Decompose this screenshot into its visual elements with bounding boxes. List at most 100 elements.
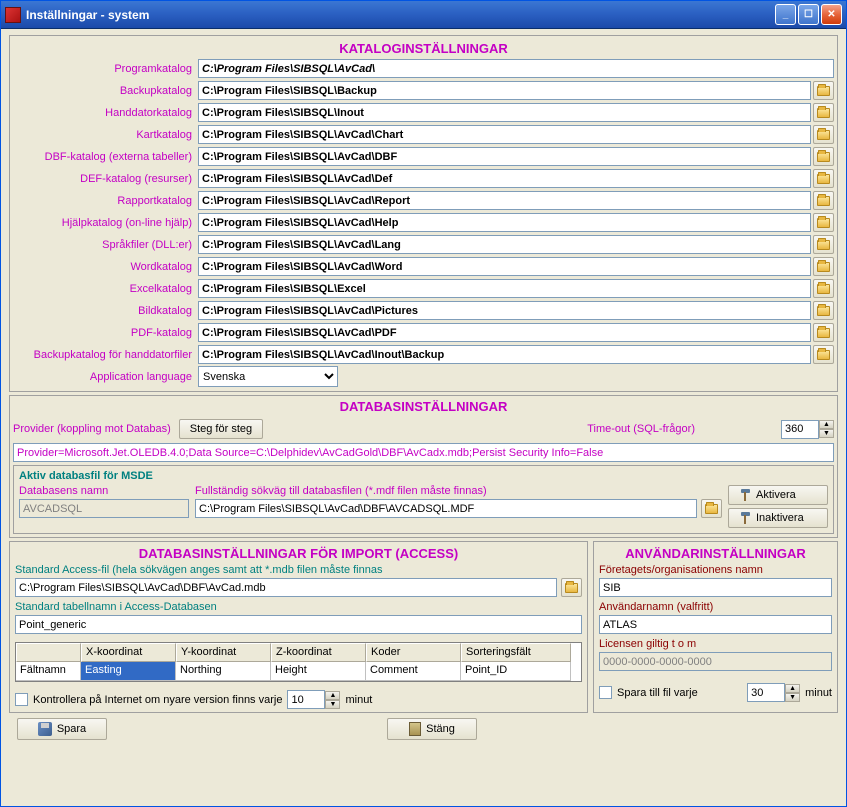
- folder-icon: [817, 328, 830, 338]
- spin-up[interactable]: ▲: [785, 684, 800, 693]
- catalog-input[interactable]: [198, 59, 834, 78]
- grid-header: Koder: [366, 643, 461, 662]
- grid-cell[interactable]: Northing: [176, 662, 271, 681]
- catalog-label: Programkatalog: [13, 63, 198, 75]
- browse-button[interactable]: [813, 191, 834, 210]
- catalog-input[interactable]: [198, 147, 811, 166]
- grid-cell[interactable]: Point_ID: [461, 662, 571, 681]
- deactivate-button[interactable]: Inaktivera: [728, 508, 828, 528]
- folder-icon: [817, 152, 830, 162]
- catalog-input[interactable]: [198, 125, 811, 144]
- provider-string-input[interactable]: [13, 443, 834, 462]
- grid-row-label: Fältnamn: [16, 662, 81, 681]
- door-icon: [409, 722, 421, 736]
- msde-path-label: Fullständig sökväg till databasfilen (*.…: [195, 485, 722, 497]
- import-heading: DATABASINSTÄLLNINGAR FÖR IMPORT (ACCESS): [15, 545, 582, 564]
- browse-button[interactable]: [813, 125, 834, 144]
- username-input[interactable]: [599, 615, 832, 634]
- table-name-input[interactable]: [15, 615, 582, 634]
- access-file-label: Standard Access-fil (hela sökvägen anges…: [15, 564, 582, 576]
- timeout-down[interactable]: ▼: [819, 429, 834, 438]
- browse-button[interactable]: [813, 169, 834, 188]
- autosave-checkbox[interactable]: [599, 686, 612, 699]
- spin-down[interactable]: ▼: [325, 700, 340, 709]
- catalog-input[interactable]: [198, 279, 811, 298]
- catalog-input[interactable]: [198, 191, 811, 210]
- catalog-label: Bildkatalog: [13, 305, 198, 317]
- autosave-label: Spara till fil varje: [617, 687, 698, 699]
- catalog-input[interactable]: [198, 301, 811, 320]
- browse-button[interactable]: [813, 235, 834, 254]
- browse-button[interactable]: [813, 103, 834, 122]
- catalog-section: KATALOGINSTÄLLNINGAR ProgramkatalogBacku…: [9, 35, 838, 392]
- timeout-input[interactable]: [781, 420, 819, 439]
- autosave-interval-input[interactable]: [747, 683, 785, 702]
- license-input: [599, 652, 832, 671]
- window-title: Inställningar - system: [26, 8, 775, 22]
- catalog-label: Wordkatalog: [13, 261, 198, 273]
- field-grid[interactable]: X-koordinat Y-koordinat Z-koordinat Kode…: [15, 642, 582, 682]
- check-internet-checkbox[interactable]: [15, 693, 28, 706]
- browse-button[interactable]: [813, 323, 834, 342]
- timeout-spinner[interactable]: ▲▼: [781, 420, 834, 439]
- step-by-step-button[interactable]: Steg för steg: [179, 419, 263, 439]
- msde-browse-button[interactable]: [701, 499, 722, 518]
- browse-button[interactable]: [813, 345, 834, 364]
- autosave-interval-spinner[interactable]: ▲▼: [747, 683, 800, 702]
- table-name-label: Standard tabellnamn i Access-Databasen: [15, 601, 582, 613]
- catalog-label: Hjälpkatalog (on-line hjälp): [13, 217, 198, 229]
- spin-up[interactable]: ▲: [325, 691, 340, 700]
- username-label: Användarnamn (valfritt): [599, 601, 832, 613]
- folder-icon: [817, 284, 830, 294]
- minute-label: minut: [805, 687, 832, 699]
- database-heading: DATABASINSTÄLLNINGAR: [13, 398, 834, 417]
- close-button[interactable]: ✕: [821, 4, 842, 25]
- minute-label: minut: [345, 694, 372, 706]
- browse-button[interactable]: [813, 81, 834, 100]
- catalog-label: Handdatorkatalog: [13, 107, 198, 119]
- msde-path-input[interactable]: [195, 499, 697, 518]
- folder-icon: [565, 583, 578, 593]
- catalog-input[interactable]: [198, 257, 811, 276]
- access-file-input[interactable]: [15, 578, 557, 597]
- grid-cell[interactable]: Easting: [81, 662, 176, 681]
- spin-down[interactable]: ▼: [785, 693, 800, 702]
- catalog-input[interactable]: [198, 103, 811, 122]
- grid-cell[interactable]: Comment: [366, 662, 461, 681]
- grid-header: Sorteringsfält: [461, 643, 571, 662]
- browse-button[interactable]: [813, 301, 834, 320]
- check-interval-input[interactable]: [287, 690, 325, 709]
- browse-button[interactable]: [813, 257, 834, 276]
- save-button[interactable]: Spara: [17, 718, 107, 740]
- catalog-input[interactable]: [198, 345, 811, 364]
- folder-icon: [817, 108, 830, 118]
- catalog-input[interactable]: [198, 235, 811, 254]
- catalog-label: Backupkatalog för handdatorfiler: [13, 349, 198, 361]
- user-heading: ANVÄNDARINSTÄLLNINGAR: [599, 545, 832, 564]
- hammer-icon: [739, 512, 751, 524]
- activate-button[interactable]: Aktivera: [728, 485, 828, 505]
- catalog-input[interactable]: [198, 213, 811, 232]
- msde-name-label: Databasens namn: [19, 485, 189, 497]
- close-dialog-button[interactable]: Stäng: [387, 718, 477, 740]
- app-language-select[interactable]: Svenska: [198, 366, 338, 387]
- browse-button[interactable]: [813, 213, 834, 232]
- user-panel: ANVÄNDARINSTÄLLNINGAR Företagets/organis…: [593, 541, 838, 713]
- browse-button[interactable]: [813, 279, 834, 298]
- timeout-up[interactable]: ▲: [819, 420, 834, 429]
- catalog-input[interactable]: [198, 169, 811, 188]
- minimize-button[interactable]: _: [775, 4, 796, 25]
- access-browse-button[interactable]: [561, 578, 582, 597]
- database-section: DATABASINSTÄLLNINGAR Provider (koppling …: [9, 395, 838, 538]
- maximize-button[interactable]: ☐: [798, 4, 819, 25]
- catalog-label: Excelkatalog: [13, 283, 198, 295]
- grid-cell[interactable]: Height: [271, 662, 366, 681]
- catalog-label: Rapportkatalog: [13, 195, 198, 207]
- catalog-label: Kartkatalog: [13, 129, 198, 141]
- catalog-input[interactable]: [198, 81, 811, 100]
- check-interval-spinner[interactable]: ▲▼: [287, 690, 340, 709]
- org-input[interactable]: [599, 578, 832, 597]
- catalog-input[interactable]: [198, 323, 811, 342]
- browse-button[interactable]: [813, 147, 834, 166]
- import-panel: DATABASINSTÄLLNINGAR FÖR IMPORT (ACCESS)…: [9, 541, 588, 713]
